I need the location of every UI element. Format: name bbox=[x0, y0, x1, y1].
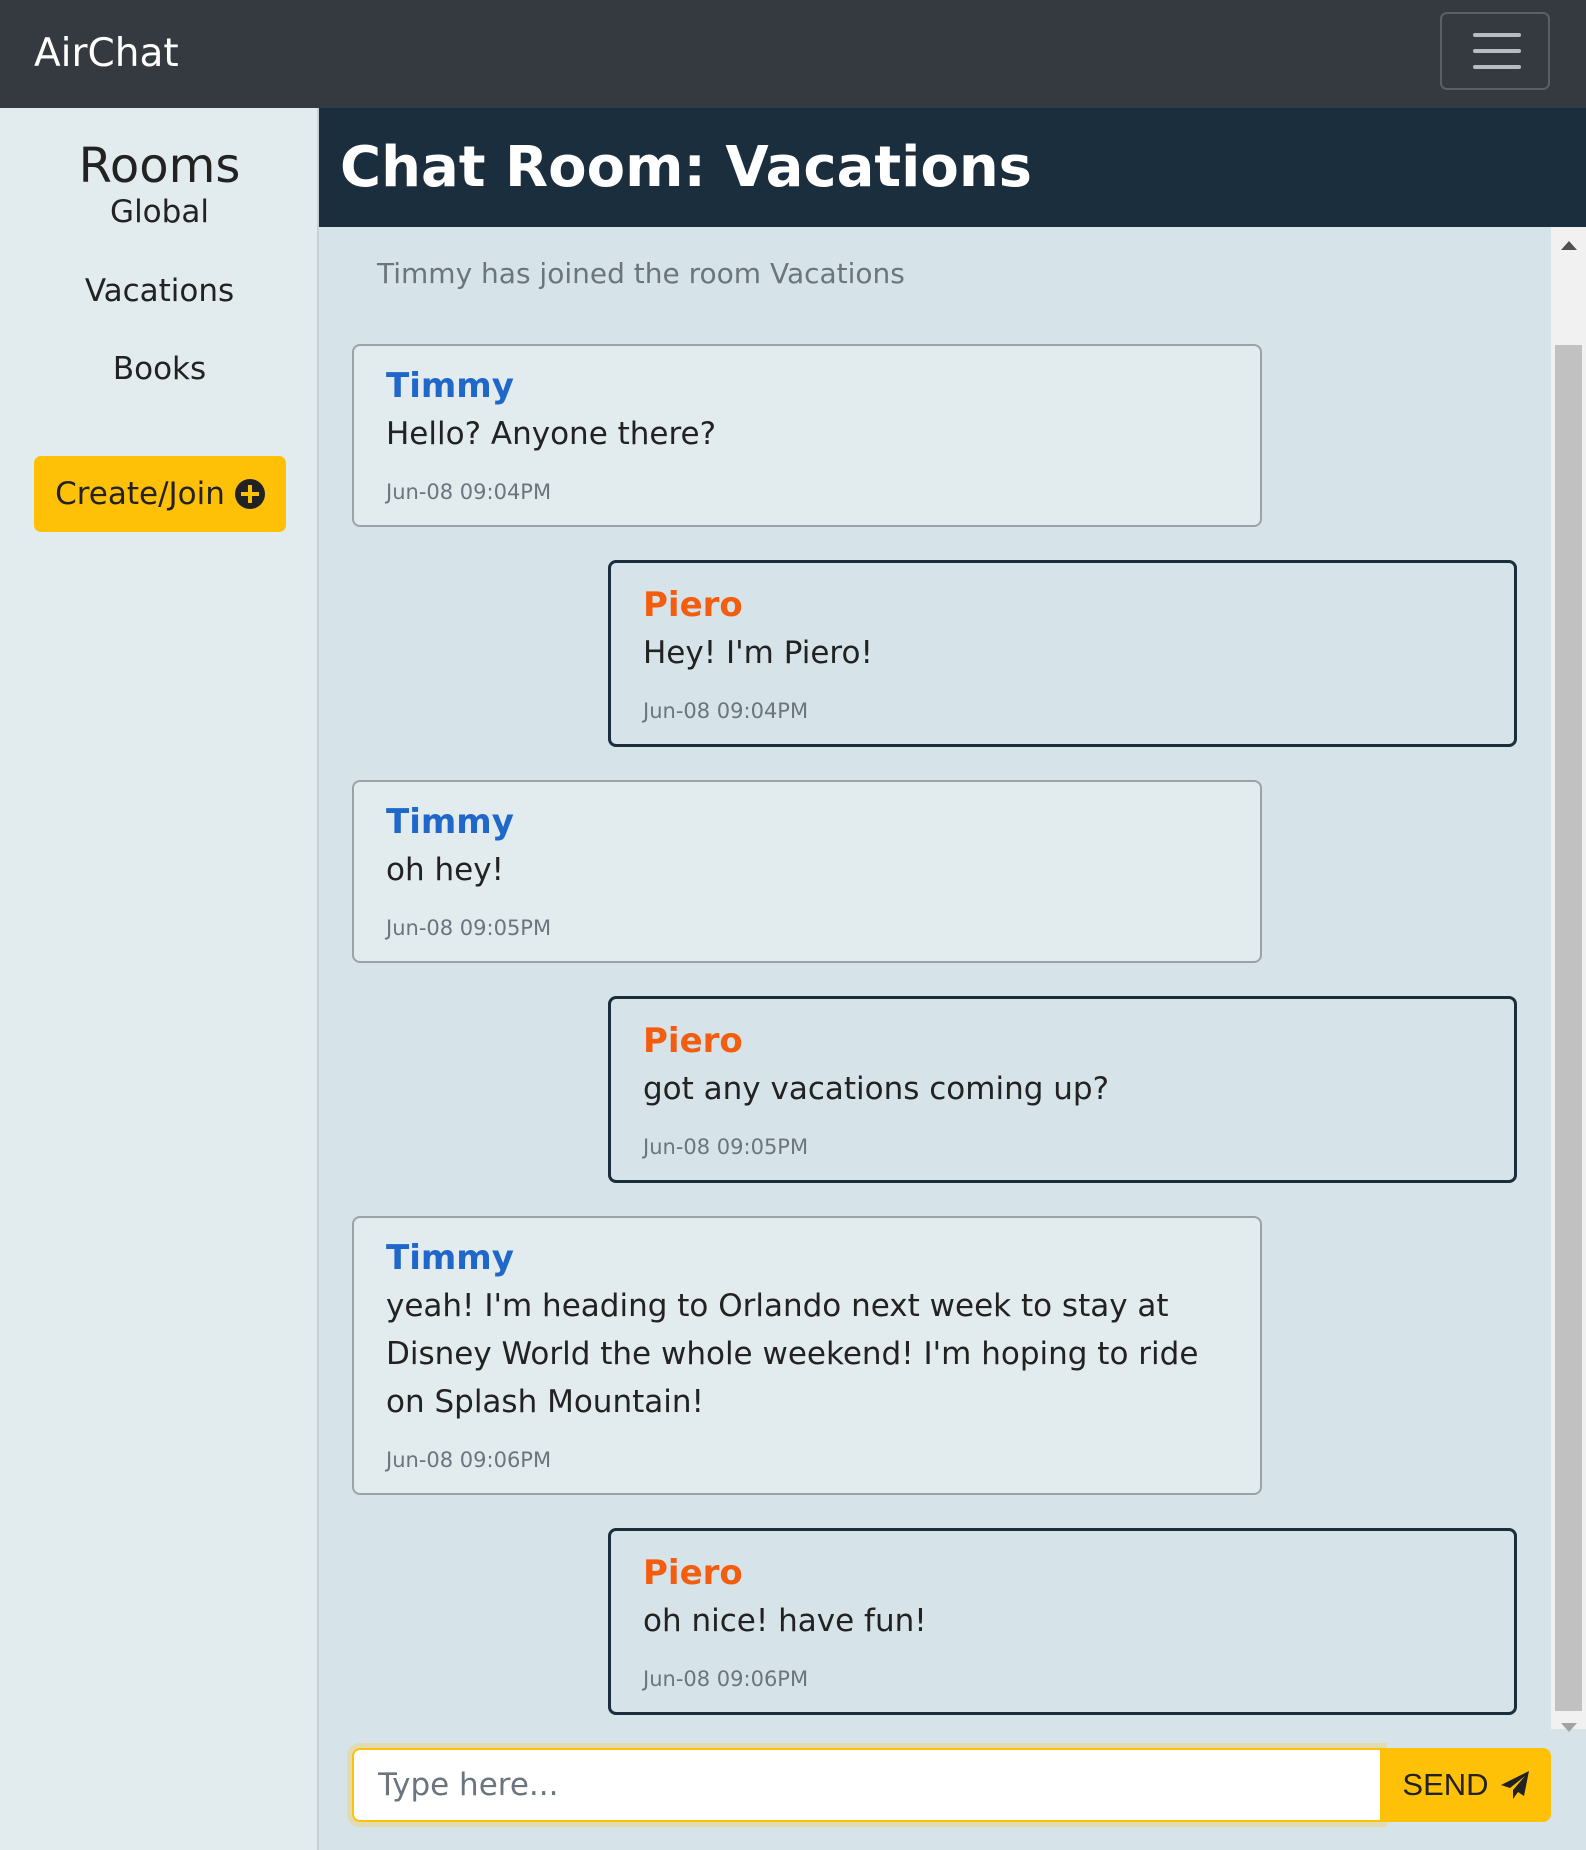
create-join-button[interactable]: Create/Join bbox=[34, 456, 286, 532]
message-timestamp: Jun-08 09:06PM bbox=[386, 1448, 552, 1472]
message-text: Hello? Anyone there? bbox=[386, 416, 717, 452]
sidebar-title: Rooms bbox=[78, 138, 241, 194]
message-author: Piero bbox=[643, 1553, 743, 1593]
paper-plane-icon bbox=[1500, 1771, 1529, 1799]
message-timestamp: Jun-08 09:04PM bbox=[643, 699, 809, 723]
page-title: Chat Room: Vacations bbox=[340, 135, 1033, 200]
room-header: Chat Room: Vacations bbox=[319, 108, 1586, 227]
message-timestamp: Jun-08 09:06PM bbox=[643, 1667, 809, 1691]
message-author: Piero bbox=[643, 1021, 743, 1061]
message-card: Piero got any vacations coming up? Jun-0… bbox=[608, 996, 1517, 1183]
scroll-thumb[interactable] bbox=[1555, 345, 1582, 1711]
sidebar-item-global[interactable]: Global bbox=[0, 194, 319, 230]
message-composer: SEND bbox=[352, 1748, 1551, 1822]
brand-link[interactable]: AirChat bbox=[34, 0, 179, 108]
sidebar: Rooms Global Vacations Books Create/Join bbox=[0, 108, 319, 1850]
message-text: oh hey! bbox=[386, 852, 504, 888]
scroll-up-arrow-icon[interactable] bbox=[1561, 241, 1577, 250]
create-join-label: Create/Join bbox=[55, 476, 225, 512]
system-message: Timmy has joined the room Vacations bbox=[377, 257, 905, 290]
scroll-down-arrow-icon[interactable] bbox=[1561, 1723, 1577, 1732]
send-button[interactable]: SEND bbox=[1382, 1748, 1551, 1822]
sidebar-item-vacations[interactable]: Vacations bbox=[0, 273, 319, 309]
message-timestamp: Jun-08 09:05PM bbox=[386, 916, 552, 940]
message-card: Timmy Hello? Anyone there? Jun-08 09:04P… bbox=[352, 344, 1262, 527]
chat-scrollbar[interactable] bbox=[1551, 227, 1586, 1732]
message-author: Timmy bbox=[386, 366, 514, 406]
send-label: SEND bbox=[1402, 1767, 1489, 1802]
plus-circle-icon bbox=[234, 479, 265, 509]
hamburger-icon bbox=[1473, 33, 1521, 37]
message-text: got any vacations coming up? bbox=[643, 1071, 1110, 1107]
chat-messages[interactable]: Timmy has joined the room Vacations Timm… bbox=[319, 227, 1551, 1729]
message-timestamp: Jun-08 09:05PM bbox=[643, 1135, 809, 1159]
message-input[interactable] bbox=[352, 1748, 1382, 1822]
message-author: Timmy bbox=[386, 1238, 514, 1278]
message-timestamp: Jun-08 09:04PM bbox=[386, 480, 552, 504]
menu-toggle-button[interactable] bbox=[1440, 12, 1550, 90]
message-text: yeah! I'm heading to Orlando next week t… bbox=[386, 1288, 1199, 1420]
message-author: Piero bbox=[643, 585, 743, 625]
message-text: oh nice! have fun! bbox=[643, 1603, 927, 1639]
message-card: Piero oh nice! have fun! Jun-08 09:06PM bbox=[608, 1528, 1517, 1715]
sidebar-item-books[interactable]: Books bbox=[0, 351, 319, 387]
hamburger-icon bbox=[1473, 65, 1521, 69]
message-text: Hey! I'm Piero! bbox=[643, 635, 873, 671]
message-card: Timmy oh hey! Jun-08 09:05PM bbox=[352, 780, 1262, 963]
hamburger-icon bbox=[1473, 49, 1521, 53]
message-card: Timmy yeah! I'm heading to Orlando next … bbox=[352, 1216, 1262, 1495]
message-author: Timmy bbox=[386, 802, 514, 842]
message-card: Piero Hey! I'm Piero! Jun-08 09:04PM bbox=[608, 560, 1517, 747]
navbar: AirChat bbox=[0, 0, 1586, 108]
